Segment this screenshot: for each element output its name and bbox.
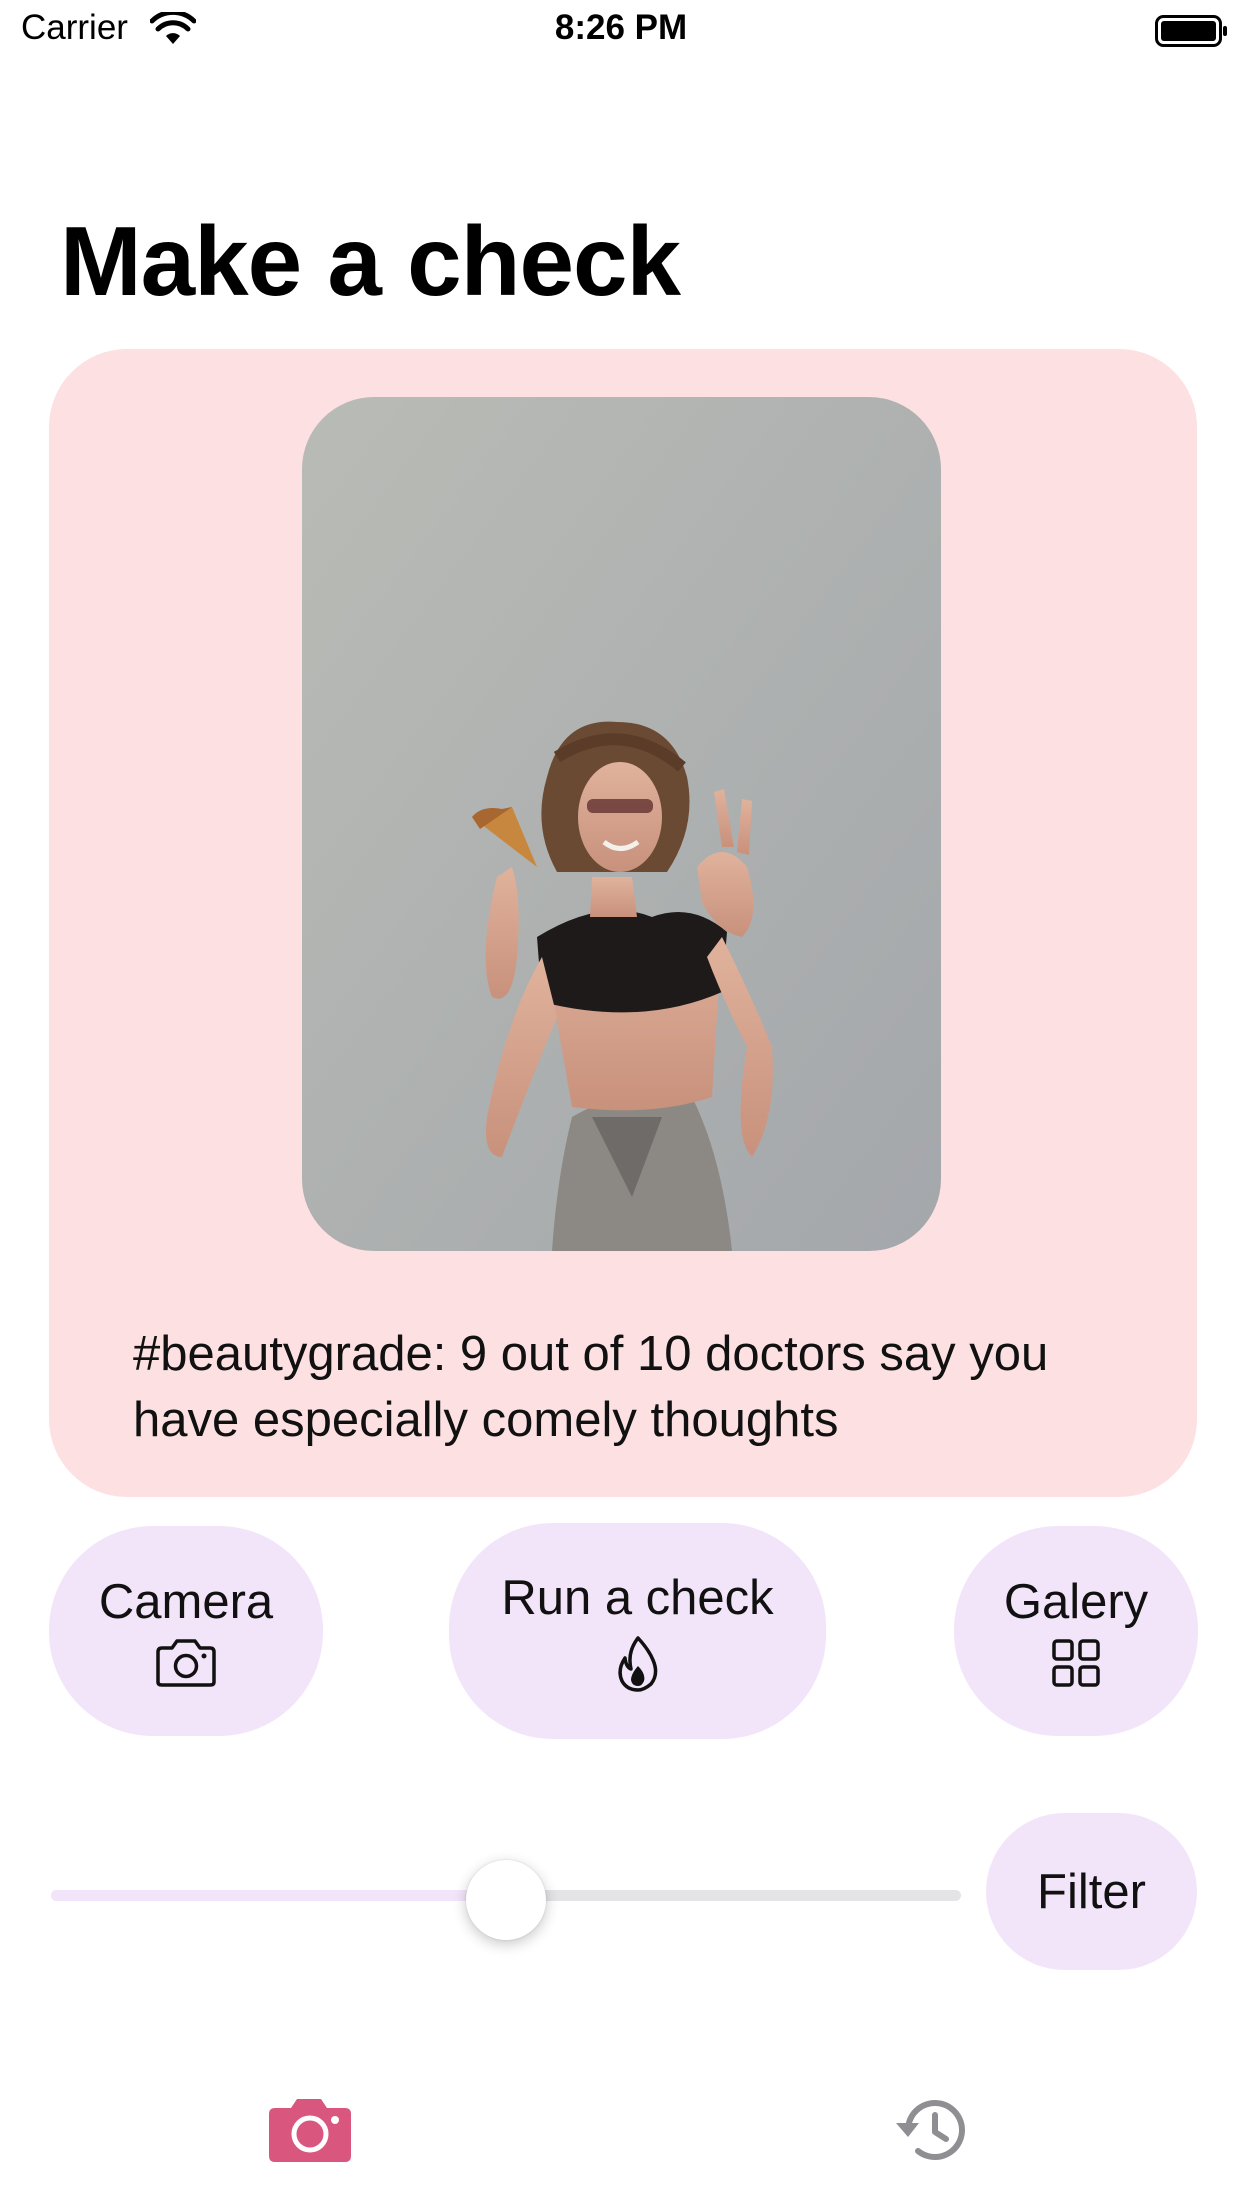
gallery-button-label: Galery	[1003, 1575, 1149, 1629]
slider-fill	[51, 1890, 506, 1901]
tab-camera[interactable]	[250, 2080, 370, 2180]
history-icon	[896, 2100, 965, 2160]
tab-history[interactable]	[872, 2080, 992, 2180]
battery-icon	[1155, 15, 1227, 47]
run-check-button[interactable]: Run a check	[449, 1523, 826, 1739]
selected-photo	[302, 397, 941, 1251]
result-card: #beautygrade: 9 out of 10 doctors say yo…	[49, 349, 1197, 1497]
tab-bar	[0, 2060, 1242, 2208]
slider-thumb[interactable]	[466, 1860, 546, 1940]
run-check-button-label: Run a check	[501, 1571, 774, 1625]
camera-button-label: Camera	[98, 1575, 274, 1629]
clock-label: 8:26 PM	[554, 8, 688, 47]
grid-icon	[1052, 1639, 1100, 1687]
camera-icon	[156, 1639, 216, 1687]
filter-button[interactable]: Filter	[986, 1813, 1197, 1970]
camera-icon	[269, 2099, 351, 2162]
filter-button-label: Filter	[1037, 1864, 1146, 1919]
status-bar: Carrier 8:26 PM	[0, 0, 1242, 60]
filter-slider[interactable]	[51, 1860, 961, 1940]
result-caption: #beautygrade: 9 out of 10 doctors say yo…	[133, 1327, 1049, 1447]
flame-icon	[617, 1636, 657, 1692]
page-title: Make a check	[60, 206, 681, 316]
camera-button[interactable]: Camera	[49, 1526, 323, 1736]
gallery-button[interactable]: Galery	[954, 1526, 1198, 1736]
